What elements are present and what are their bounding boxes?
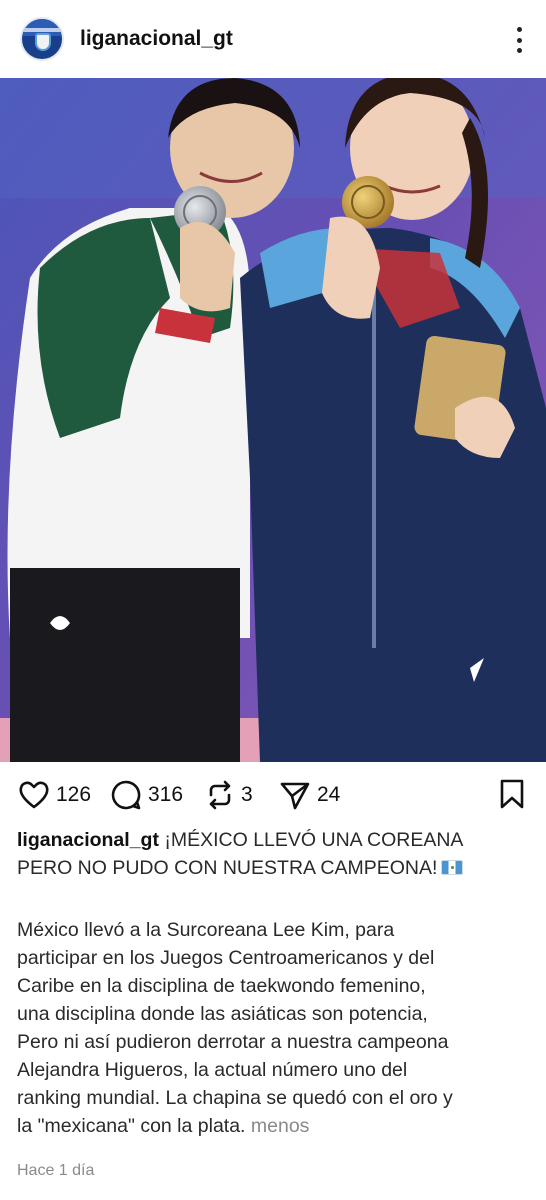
bookmark-icon[interactable] [498, 778, 526, 815]
caption-body: México llevó a la Surcoreana Lee Kim, pa… [17, 916, 537, 1140]
share-button[interactable]: 24 [279, 776, 340, 814]
share-icon [280, 782, 310, 810]
likes-count: 126 [56, 783, 92, 806]
caption-headline: liganacional_gt ¡MÉXICO LLEVÓ UNA COREAN… [17, 826, 532, 882]
comment-button[interactable]: 316 [110, 776, 183, 814]
body-line: México llevó a la Surcoreana Lee Kim, pa… [17, 919, 395, 941]
more-vertical-icon[interactable] [514, 27, 524, 53]
action-bar: 126 316 3 24 [0, 776, 546, 814]
heart-icon [19, 781, 49, 809]
headline-line-2: PERO NO PUDO CON NUESTRA CAMPEONA! [17, 857, 438, 879]
body-line: participar en los Juegos Centroamericano… [17, 947, 435, 969]
username[interactable]: liganacional_gt [80, 27, 233, 51]
caption-username[interactable]: liganacional_gt [17, 829, 159, 851]
post-header: liganacional_gt [0, 0, 546, 78]
repost-icon [209, 780, 231, 810]
body-line: Alejandra Higueros, la actual número uno… [17, 1059, 408, 1081]
body-line: una disciplina donde las asiáticas son p… [17, 1003, 428, 1025]
shares-count: 24 [317, 783, 341, 806]
club-crest-icon[interactable] [20, 17, 64, 61]
headline-line-1: ¡MÉXICO LLEVÓ UNA COREANA [158, 829, 464, 851]
like-button[interactable]: 126 [18, 776, 91, 814]
repost-button[interactable]: 3 [205, 776, 253, 814]
comments-count: 316 [148, 783, 184, 806]
body-line: ranking mundial. La chapina se quedó con… [17, 1087, 453, 1109]
guatemala-flag-icon [441, 860, 464, 875]
comment-icon [111, 780, 141, 810]
post-timestamp: Hace 1 día [17, 1162, 95, 1179]
less-link[interactable]: menos [251, 1115, 310, 1137]
body-line: Caribe en la disciplina de taekwondo fem… [17, 975, 426, 997]
reposts-count: 3 [241, 783, 253, 806]
body-line: Pero ni así pudieron derrotar a nuestra … [17, 1031, 449, 1053]
post-photo[interactable] [0, 78, 546, 762]
body-line: la "mexicana" con la plata. [17, 1115, 246, 1137]
